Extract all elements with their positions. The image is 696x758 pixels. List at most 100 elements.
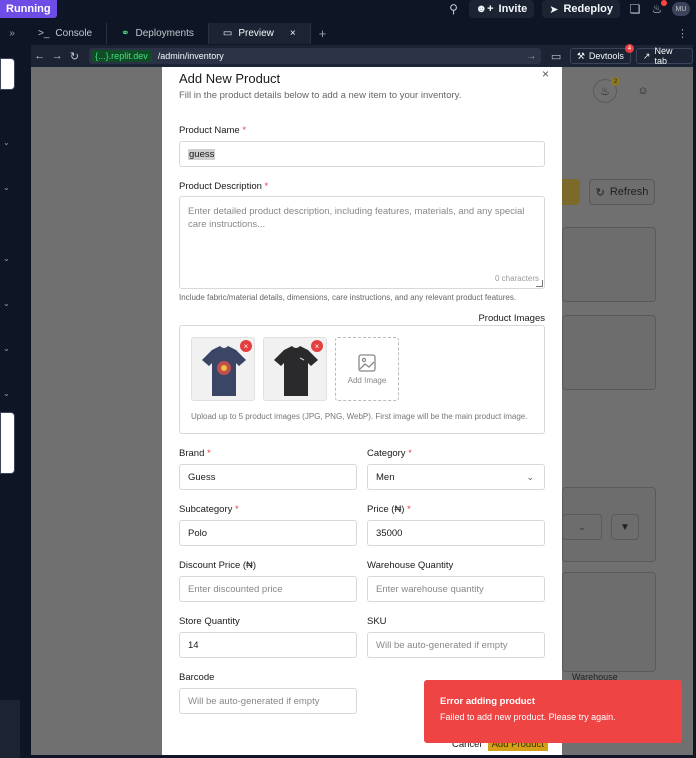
top-bar: Running ⚲ ☻+ Invite ➤ Redeploy ❏ ♨ MU <box>0 0 696 22</box>
background-primary-button[interactable] <box>562 179 580 205</box>
url-path: /admin/inventory <box>157 51 224 61</box>
description-label: Product Description * <box>179 181 269 192</box>
notification-dot <box>661 0 667 6</box>
chevron-down-icon[interactable]: ⌄ <box>3 138 10 147</box>
rail-panel <box>0 700 20 758</box>
tab-preview[interactable]: ▭ Preview × <box>208 23 311 44</box>
discount-price-label: Discount Price (₦) <box>179 560 257 571</box>
barcode-input[interactable]: Will be auto-generated if empty <box>179 688 357 714</box>
background-card <box>562 315 656 390</box>
description-placeholder: Enter detailed product description, incl… <box>188 206 525 230</box>
tab-label: Deployments <box>135 28 194 39</box>
barcode-label: Barcode <box>179 672 215 683</box>
modal-title: Add New Product <box>179 71 281 86</box>
toast-title: Error adding product <box>440 696 535 707</box>
remove-image-icon[interactable]: × <box>311 340 323 352</box>
add-image-label: Add Image <box>347 375 387 385</box>
price-input[interactable]: 35000 <box>367 520 545 546</box>
discount-placeholder: Enter discounted price <box>188 583 283 595</box>
chevrons-right-icon[interactable]: » <box>0 28 24 39</box>
deploy-icon: ⚭ <box>121 28 130 39</box>
barcode-placeholder: Will be auto-generated if empty <box>188 695 320 707</box>
category-label: Category * <box>367 448 412 459</box>
price-label: Price (₦) * <box>367 504 411 515</box>
store-quantity-label: Store Quantity <box>179 616 240 627</box>
workspace-tabs: » >_ Console ⚭ Deployments ▭ Preview × +… <box>0 23 696 44</box>
error-toast[interactable]: Error adding product Failed to add new p… <box>424 680 682 743</box>
invite-label: Invite <box>498 3 528 15</box>
devtools-button[interactable]: ⚒ Devtools 4 <box>569 44 634 64</box>
category-value: Men <box>376 471 395 483</box>
chevron-down-icon[interactable]: ⌄ <box>3 344 10 353</box>
chevron-down-icon: ⌄ <box>526 472 534 482</box>
subcategory-label: Subcategory * <box>179 504 239 515</box>
product-name-value: guess <box>188 148 216 160</box>
resize-handle[interactable] <box>536 280 543 287</box>
go-arrow-icon[interactable]: → <box>526 51 536 62</box>
chevron-down-icon[interactable]: ⌄ <box>3 254 10 263</box>
product-name-input[interactable]: guess <box>179 141 545 167</box>
rail-thumbnail[interactable] <box>0 58 15 90</box>
close-icon[interactable]: × <box>542 67 549 81</box>
rail-thumbnail[interactable] <box>0 412 15 474</box>
subcategory-input[interactable]: Polo <box>179 520 357 546</box>
modal-subtitle: Fill in the product details below to add… <box>179 90 462 101</box>
new-tab-label: New tab <box>654 46 673 66</box>
monitor-icon: ▭ <box>222 28 233 39</box>
refresh-button[interactable]: ↻ Refresh <box>589 179 655 205</box>
add-image-button[interactable]: Add Image <box>335 337 399 401</box>
char-count: 0 characters <box>494 274 539 283</box>
tab-label: Console <box>55 28 93 39</box>
run-status-button[interactable]: Running <box>0 0 57 18</box>
new-tab-button[interactable]: ↗ New tab <box>635 46 693 66</box>
redeploy-label: Redeploy <box>563 3 613 15</box>
avatar[interactable]: MU <box>672 2 690 16</box>
product-name-label: Product Name * <box>179 125 247 136</box>
product-images-label: Product Images <box>478 313 545 324</box>
category-select[interactable]: Men ⌄ <box>367 464 545 490</box>
brand-input[interactable]: Guess <box>179 464 357 490</box>
background-card <box>562 572 656 672</box>
description-textarea[interactable]: Enter detailed product description, incl… <box>179 196 545 289</box>
redeploy-button[interactable]: ➤ Redeploy <box>542 0 620 18</box>
forward-arrow-icon[interactable]: → <box>48 50 65 62</box>
notification-bell-icon[interactable]: ♨ <box>650 0 667 16</box>
warehouse-quantity-label: Warehouse Quantity <box>367 560 454 571</box>
bell-badge: 2 <box>611 77 620 86</box>
sku-input[interactable]: Will be auto-generated if empty <box>367 632 545 658</box>
refresh-icon: ↻ <box>595 186 605 199</box>
user-icon[interactable]: ☺ <box>631 79 655 103</box>
device-icon[interactable]: ▭ <box>547 50 564 63</box>
tab-deployments[interactable]: ⚭ Deployments <box>107 23 209 44</box>
description-hint: Include fabric/material details, dimensi… <box>179 293 517 302</box>
search-icon[interactable]: ⚲ <box>447 2 461 16</box>
back-arrow-icon[interactable]: ← <box>31 50 48 62</box>
close-tab-icon[interactable]: × <box>290 28 296 39</box>
url-input[interactable]: {...}.replit.dev /admin/inventory → <box>89 48 542 64</box>
filter-icon[interactable]: ▼ <box>611 514 639 540</box>
chevron-down-icon[interactable]: ⌄ <box>3 389 10 398</box>
refresh-label: Refresh <box>609 186 649 198</box>
new-tab-plus-icon[interactable]: + <box>311 26 335 41</box>
chevron-down-icon[interactable]: ⌄ <box>3 183 10 192</box>
window-icon[interactable]: ❏ <box>628 2 642 16</box>
toast-message: Failed to add new product. Please try ag… <box>440 712 616 722</box>
devtools-badge: 4 <box>624 44 634 53</box>
images-hint: Upload up to 5 product images (JPG, PNG,… <box>191 412 528 421</box>
background-card <box>562 227 656 302</box>
price-value: 35000 <box>376 527 403 539</box>
rocket-icon: ➤ <box>549 3 559 16</box>
background-select[interactable]: ⌄ <box>562 514 602 540</box>
chevron-down-icon[interactable]: ⌄ <box>3 299 10 308</box>
invite-button[interactable]: ☻+ Invite <box>468 0 535 18</box>
remove-image-icon[interactable]: × <box>240 340 252 352</box>
more-options-icon[interactable]: ⋮ <box>677 27 688 40</box>
sku-label: SKU <box>367 616 387 627</box>
reload-icon[interactable]: ↻ <box>66 50 83 63</box>
discount-price-input[interactable]: Enter discounted price <box>179 576 357 602</box>
warehouse-quantity-input[interactable]: Enter warehouse quantity <box>367 576 545 602</box>
store-quantity-input[interactable]: 14 <box>179 632 357 658</box>
add-product-modal: × Add New Product Fill in the product de… <box>162 67 562 755</box>
tab-console[interactable]: >_ Console <box>24 23 108 44</box>
wrench-icon: ⚒ <box>576 50 585 61</box>
